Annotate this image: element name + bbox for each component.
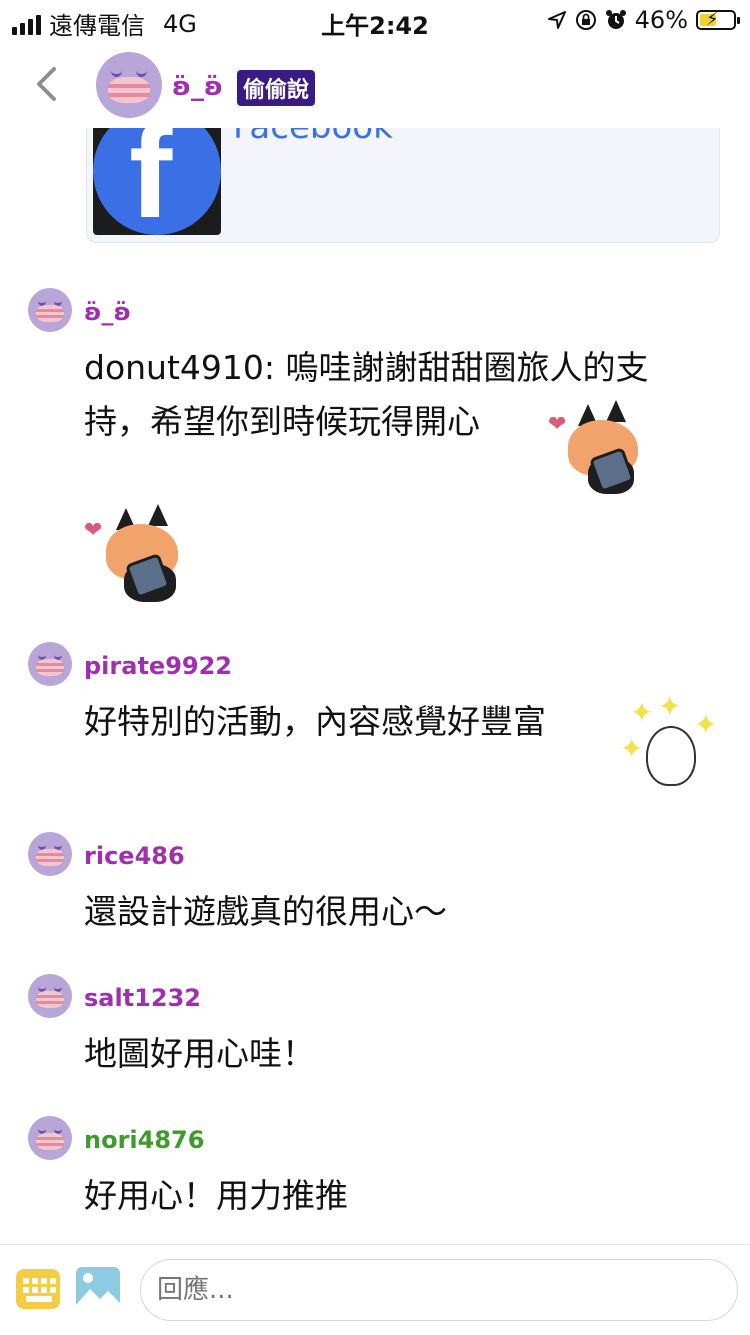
comment-avatar[interactable] (28, 642, 72, 686)
comment-item: rice486 還設計遊戲真的很用心～ (28, 832, 728, 942)
comment-text-line: 持，希望你到時候玩得開心 (84, 402, 480, 441)
comment-text-line: 還設計遊戲真的很用心～ (84, 892, 447, 931)
reply-bar (0, 1244, 750, 1335)
link-preview-card[interactable]: f Facebook (86, 110, 720, 243)
chevron-left-icon (37, 67, 56, 101)
comment-text-line: 好特別的活動，內容感覺好豐富 (84, 702, 546, 741)
back-button[interactable] (26, 62, 66, 106)
battery-percent: 46% (634, 6, 688, 34)
keyboard-icon[interactable] (16, 1269, 60, 1309)
comment-avatar[interactable] (28, 974, 72, 1018)
status-bar: 遠傳電信 4G 上午2:42 46% ⚡ (0, 0, 750, 40)
status-right: 46% ⚡ (547, 6, 740, 34)
header-avatar[interactable] (96, 52, 162, 118)
sparkle-bird-sticker: ✦ ✦ ✦ ✦ (618, 690, 718, 796)
battery-charging-icon: ⚡ (696, 9, 740, 30)
alarm-icon (605, 10, 626, 29)
location-arrow-icon (547, 11, 566, 29)
comment-username[interactable]: rice486 (84, 842, 185, 870)
comment-item: ʚ̈_ʚ̈ donut4910: 嗚哇謝謝甜甜圈旅人的支 持，希望你到時候玩得開… (28, 288, 728, 608)
comment-username[interactable]: ʚ̈_ʚ̈ (84, 298, 131, 326)
comment-username[interactable]: pirate9922 (84, 652, 232, 680)
comment-item: pirate9922 好特別的活動，內容感覺好豐富 ✦ ✦ ✦ ✦ (28, 642, 728, 802)
rotation-lock-icon (575, 10, 596, 30)
comment-text-line: 地圖好用心哇！ (84, 1034, 315, 1073)
comment-text-line: donut4910: 嗚哇謝謝甜甜圈旅人的支 (84, 348, 649, 387)
fox-sticker: ❤ (548, 398, 644, 494)
anonymous-badge: 偷偷說 (237, 70, 316, 106)
comment-username[interactable]: salt1232 (84, 984, 201, 1012)
image-icon[interactable] (76, 1267, 120, 1309)
comment-avatar[interactable] (28, 1116, 72, 1160)
comment-avatar[interactable] (28, 832, 72, 876)
comment-item: salt1232 地圖好用心哇！ (28, 974, 728, 1084)
reply-input[interactable] (140, 1259, 738, 1321)
comment-item: nori4876 好用心！用力推推 (28, 1116, 728, 1226)
comment-text-line: 好用心！用力推推 (84, 1176, 348, 1215)
fox-sticker: ❤ (84, 504, 184, 602)
comment-avatar[interactable] (28, 288, 72, 332)
facebook-logo: f (93, 115, 221, 235)
comment-username[interactable]: nori4876 (84, 1126, 204, 1154)
chat-header: ʚ̈_ʚ̈ 偷偷說 (0, 44, 750, 128)
header-username[interactable]: ʚ̈_ʚ̈ (172, 72, 223, 102)
